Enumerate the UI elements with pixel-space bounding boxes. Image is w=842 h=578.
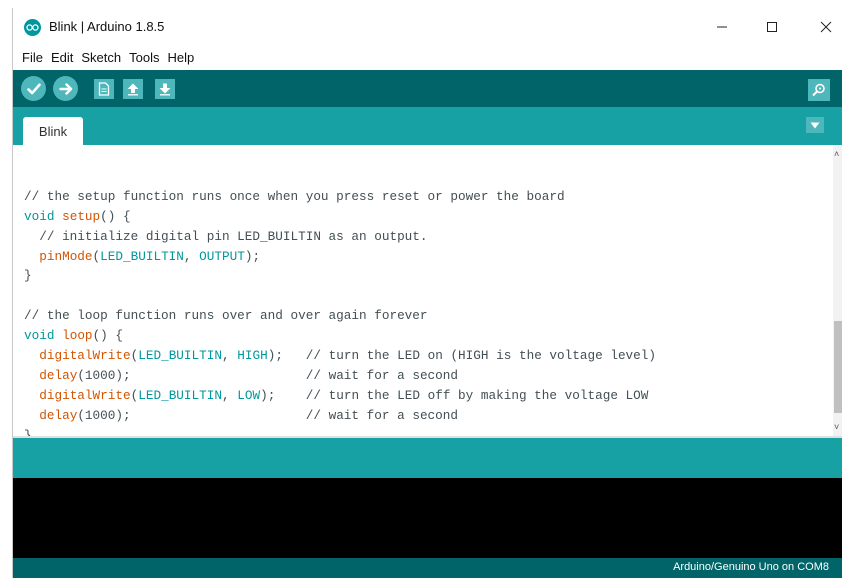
code-token: // the setup function runs once when you…	[24, 188, 565, 204]
code-token: );	[260, 387, 306, 403]
tab-label: Blink	[38, 123, 68, 139]
editor-scrollbar[interactable]: ˄ ˅	[833, 145, 842, 437]
code-token: // wait for a second	[305, 407, 459, 423]
open-up-arrow-icon	[127, 83, 139, 96]
code-line[interactable]: delay(1000); // wait for a second	[24, 366, 656, 386]
title-bar: Blink | Arduino 1.8.5	[13, 8, 842, 46]
code-token: void	[24, 328, 55, 344]
code-token: delay	[39, 407, 78, 423]
new-file-icon	[98, 82, 110, 96]
serial-monitor-button[interactable]	[808, 79, 830, 101]
code-token: OUTPUT	[199, 248, 245, 264]
code-line[interactable]: // initialize digital pin LED_BUILTIN as…	[24, 227, 656, 247]
code-token: LED_BUILTIN	[100, 248, 184, 264]
menu-tools[interactable]: Tools	[126, 50, 162, 65]
code-token: (	[92, 248, 101, 264]
new-sketch-button[interactable]	[94, 79, 114, 99]
code-line[interactable]: }	[24, 266, 656, 286]
code-token: (1000);	[77, 367, 306, 383]
code-token: void	[24, 208, 55, 224]
menu-sketch[interactable]: Sketch	[78, 50, 124, 65]
code-line[interactable]: // the loop function runs over and over …	[24, 306, 656, 326]
board-port-status: Arduino/Genuino Uno on COM8	[673, 561, 829, 573]
code-token: // initialize digital pin LED_BUILTIN as…	[24, 228, 428, 244]
status-bar	[13, 438, 842, 478]
code-token: loop	[62, 328, 93, 344]
open-sketch-button[interactable]	[123, 79, 143, 99]
code-line[interactable]	[24, 167, 656, 187]
scrollbar-thumb[interactable]	[834, 321, 842, 413]
code-token: LOW	[237, 387, 261, 403]
magnifier-icon	[812, 83, 825, 97]
code-token: // turn the LED off by making the voltag…	[305, 387, 649, 403]
console-output[interactable]	[13, 478, 842, 558]
code-token: }	[24, 268, 32, 284]
menu-edit[interactable]: Edit	[48, 50, 76, 65]
code-token: );	[244, 248, 261, 264]
code-token: HIGH	[237, 348, 268, 364]
code-token: ,	[183, 248, 200, 264]
upload-button[interactable]	[53, 76, 78, 101]
close-button[interactable]	[809, 12, 842, 42]
code-token: () {	[92, 328, 124, 344]
code-token: setup	[62, 208, 101, 224]
code-line[interactable]: delay(1000); // wait for a second	[24, 406, 656, 426]
upload-arrow-icon	[58, 82, 72, 95]
save-sketch-button[interactable]	[155, 79, 175, 99]
save-down-arrow-icon	[159, 83, 171, 96]
menu-help[interactable]: Help	[164, 50, 197, 65]
code-token: // the loop function runs over and over …	[24, 308, 428, 324]
footer-bar: Arduino/Genuino Uno on COM8	[13, 558, 842, 578]
code-line[interactable]: pinMode(LED_BUILTIN, OUTPUT);	[24, 247, 656, 267]
code-line[interactable]: void setup() {	[24, 207, 656, 227]
menu-file[interactable]: File	[19, 50, 46, 65]
code-line[interactable]: digitalWrite(LED_BUILTIN, HIGH); // turn…	[24, 346, 656, 366]
tab-menu-button[interactable]	[806, 117, 824, 133]
tab-blink[interactable]: Blink	[23, 117, 83, 145]
verify-icon	[26, 82, 41, 94]
code-token: LED_BUILTIN	[138, 387, 222, 403]
menu-bar: File Edit Sketch Tools Help	[13, 46, 842, 68]
verify-button[interactable]	[21, 76, 46, 101]
toolbar	[13, 70, 842, 107]
code-token: digitalWrite	[39, 387, 131, 403]
code-line[interactable]: void loop() {	[24, 326, 656, 346]
code-token: // wait for a second	[305, 367, 459, 383]
chevron-up-icon[interactable]: ˄	[834, 149, 839, 159]
window-title: Blink | Arduino 1.8.5	[49, 19, 165, 34]
maximize-button[interactable]	[755, 12, 789, 42]
arduino-ide-window: Blink | Arduino 1.8.5 File Edit Sketch T…	[12, 8, 842, 578]
code-line[interactable]	[24, 286, 656, 306]
minimize-button[interactable]	[705, 12, 739, 42]
code-line[interactable]: digitalWrite(LED_BUILTIN, LOW); // turn …	[24, 386, 656, 406]
arduino-logo-icon	[24, 19, 41, 36]
code-token: LED_BUILTIN	[138, 348, 222, 364]
code-token: ,	[222, 387, 238, 403]
code-token: () {	[100, 208, 131, 224]
triangle-down-icon	[810, 122, 820, 128]
code-token: // turn the LED on (HIGH is the voltage …	[305, 348, 657, 364]
code-text[interactable]: // the setup function runs once when you…	[24, 167, 656, 445]
code-token: );	[267, 348, 306, 364]
code-token: pinMode	[39, 248, 93, 264]
code-editor[interactable]: // the setup function runs once when you…	[13, 145, 842, 443]
code-token: digitalWrite	[39, 348, 131, 364]
chevron-down-icon[interactable]: ˅	[834, 422, 839, 432]
code-token: delay	[39, 367, 78, 383]
tab-bar: Blink	[13, 107, 842, 145]
code-token: (1000);	[77, 407, 306, 423]
code-token: ,	[222, 348, 238, 364]
code-line[interactable]: // the setup function runs once when you…	[24, 187, 656, 207]
